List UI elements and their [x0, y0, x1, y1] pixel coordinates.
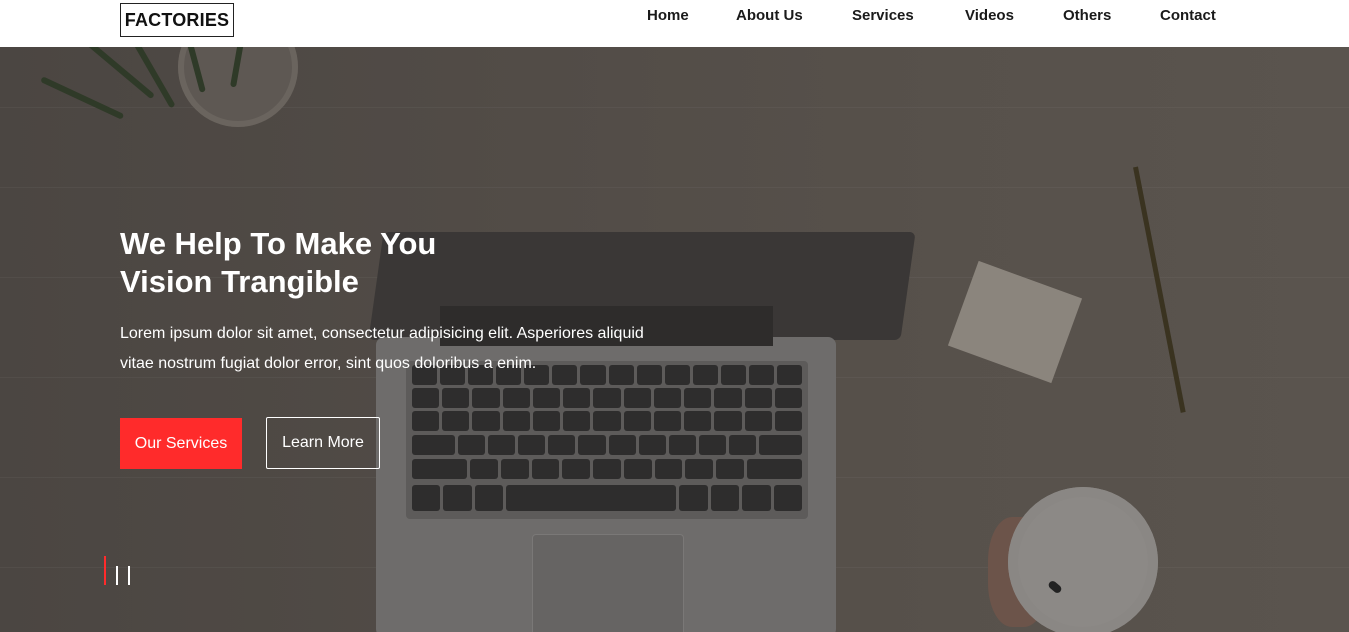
sticky-note-image: [947, 260, 1083, 384]
slide-indicator[interactable]: [128, 566, 130, 585]
hero-description-line1: Lorem ipsum dolor sit amet, consectetur …: [120, 325, 644, 342]
nav-others[interactable]: Others: [1063, 7, 1111, 24]
nav-contact[interactable]: Contact: [1160, 7, 1216, 24]
hero-headline: We Help To Make You Vision Trangible: [120, 225, 540, 301]
hero-description-line2: vitae nostrum fugiat dolor error, sint q…: [120, 355, 537, 372]
nav-home[interactable]: Home: [647, 7, 689, 24]
keyboard-row: [412, 411, 803, 431]
keyboard-row: [412, 388, 803, 408]
site-header: FACTORIES Home About Us Services Videos …: [0, 0, 1349, 47]
slide-indicators: [104, 556, 144, 586]
our-services-button[interactable]: Our Services: [120, 418, 242, 469]
keyboard-row: [412, 459, 802, 479]
coffee-cup-lid-image: [1008, 487, 1158, 632]
nav-videos[interactable]: Videos: [965, 7, 1014, 24]
keyboard-row: [412, 485, 803, 511]
hero-headline-line1: We Help To Make You: [120, 226, 437, 261]
plant-leaf: [40, 76, 125, 120]
learn-more-button[interactable]: Learn More: [266, 417, 380, 469]
keyboard-row: [412, 435, 802, 455]
nav-services[interactable]: Services: [852, 7, 914, 24]
laptop-trackpad-image: [532, 534, 684, 632]
pencil-image: [1133, 166, 1186, 413]
nav-about-us[interactable]: About Us: [736, 7, 803, 24]
main-nav: Home About Us Services Videos Others Con…: [0, 7, 1349, 27]
slide-indicator-active[interactable]: [104, 556, 106, 585]
slide-indicator[interactable]: [116, 566, 118, 585]
hero-headline-line2: Vision Trangible: [120, 264, 359, 299]
hero-description: Lorem ipsum dolor sit amet, consectetur …: [120, 319, 680, 379]
